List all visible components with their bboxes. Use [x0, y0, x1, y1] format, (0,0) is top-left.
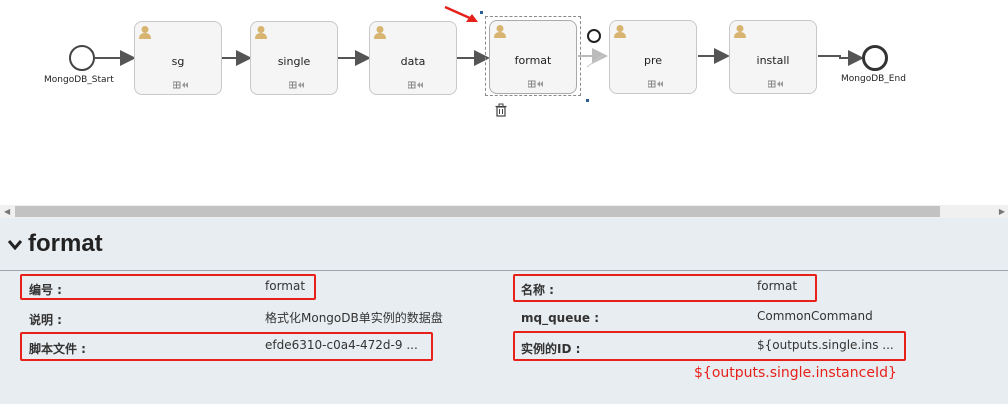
end-event-label: MongoDB_End	[841, 74, 906, 84]
trash-icon[interactable]	[494, 103, 508, 117]
red-pointer-arrow-icon	[444, 5, 478, 22]
task-label: format	[514, 54, 552, 67]
start-event[interactable]	[69, 45, 95, 71]
id-label: 编号 :	[29, 283, 62, 297]
task-install[interactable]: install	[729, 20, 817, 94]
task-label: single	[277, 55, 311, 68]
user-task-icon	[614, 25, 626, 38]
user-task-icon	[255, 26, 267, 39]
task-single[interactable]: single	[250, 21, 338, 95]
user-task-icon	[494, 25, 506, 38]
append-end-event-icon[interactable]	[586, 28, 602, 44]
multi-instance-marker-icon	[289, 81, 304, 89]
id-value[interactable]: format	[265, 279, 305, 293]
script-file-label: 脚本文件 :	[29, 342, 86, 356]
panel-title: format	[28, 230, 103, 257]
description-value[interactable]: 格式化MongoDB单实例的数据盘	[265, 309, 443, 326]
scroll-left-icon[interactable]: ◀	[4, 207, 10, 216]
script-file-value[interactable]: efde6310-c0a4-472d-9 ...	[265, 338, 418, 352]
task-pre[interactable]: pre	[609, 20, 697, 94]
task-format[interactable]: format	[489, 20, 577, 94]
task-label: sg	[171, 55, 185, 68]
user-task-icon	[374, 26, 386, 39]
horizontal-scrollbar[interactable]: ◀ ▶	[0, 205, 1008, 218]
name-value[interactable]: format	[757, 279, 797, 293]
flow-install-end	[818, 50, 864, 66]
user-task-icon	[734, 25, 746, 38]
mq-queue-label: mq_queue :	[521, 311, 600, 325]
multi-instance-marker-icon	[768, 80, 783, 88]
task-label: pre	[643, 54, 663, 67]
description-label: 说明 :	[29, 313, 62, 327]
multi-instance-marker-icon	[173, 81, 188, 89]
user-task-icon	[139, 26, 151, 39]
scrollbar-thumb[interactable]	[15, 206, 940, 217]
properties-panel: format 编号 : format 名称 : format 说明 : 格式化M…	[0, 218, 1008, 404]
resize-handle[interactable]	[480, 11, 483, 14]
chevron-down-icon[interactable]	[8, 240, 22, 250]
divider	[0, 270, 1008, 271]
scroll-right-icon[interactable]: ▶	[999, 207, 1005, 216]
name-label: 名称 :	[521, 283, 554, 297]
multi-instance-marker-icon	[648, 80, 663, 88]
multi-instance-marker-icon	[528, 80, 543, 88]
task-label: data	[400, 55, 426, 68]
instance-id-label: 实例的ID :	[521, 342, 581, 356]
instance-id-value[interactable]: ${outputs.single.ins ...	[757, 338, 894, 352]
task-label: install	[756, 54, 790, 67]
annotation-text: ${outputs.single.instanceId}	[694, 365, 897, 381]
process-diagram-canvas[interactable]: MongoDB_Start sg single data format pre …	[0, 0, 1008, 205]
multi-instance-marker-icon	[408, 81, 423, 89]
mq-queue-value[interactable]: CommonCommand	[757, 309, 873, 323]
task-data[interactable]: data	[369, 21, 457, 95]
task-sg[interactable]: sg	[134, 21, 222, 95]
resize-handle[interactable]	[586, 99, 589, 102]
start-event-label: MongoDB_Start	[44, 75, 114, 85]
end-event[interactable]	[862, 45, 888, 71]
